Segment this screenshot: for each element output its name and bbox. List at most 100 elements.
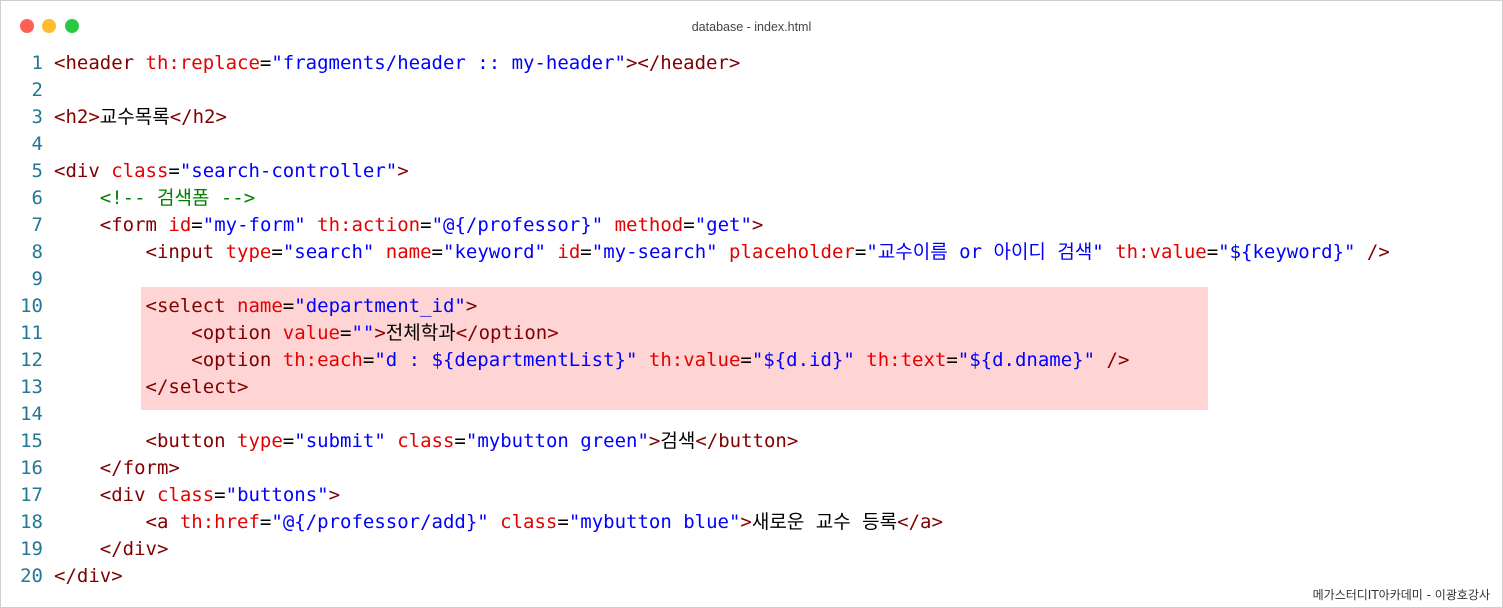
- line-number: 5: [31, 160, 43, 182]
- token-tag: <input: [145, 241, 226, 263]
- token-value: "d : ${departmentList}": [374, 349, 638, 371]
- token-attribute: th:replace: [145, 52, 260, 74]
- token-attribute: method: [614, 214, 684, 236]
- token-tag: >: [740, 511, 752, 533]
- line-source: <header th:replace="fragments/header :: …: [54, 50, 740, 77]
- token-text: =: [259, 511, 272, 533]
- code-line: 13 </select>: [1, 374, 1502, 401]
- token-text: =: [191, 214, 203, 236]
- line-number: 1: [31, 52, 43, 74]
- token-attribute: class: [111, 160, 169, 182]
- token-tag: <select: [145, 295, 238, 317]
- line-number: 18: [20, 511, 43, 533]
- token-tag: >: [328, 484, 341, 506]
- token-text: 전체학과: [385, 322, 456, 344]
- token-text: =: [362, 349, 375, 371]
- token-text: =: [740, 349, 752, 371]
- token-attribute: th:value: [1115, 241, 1207, 263]
- token-value: "@{/professor}": [431, 214, 604, 236]
- token-text: =: [557, 511, 569, 533]
- line-number: 7: [31, 214, 43, 236]
- code-line: 18 <a th:href="@{/professor/add}" class=…: [1, 509, 1502, 536]
- token-attribute: type: [237, 430, 283, 452]
- token-attribute: class: [500, 511, 558, 533]
- token-attribute: th:action: [317, 214, 421, 236]
- line-number: 19: [20, 538, 43, 560]
- line-number: 13: [20, 376, 43, 398]
- line-source: </div>: [54, 536, 169, 563]
- code-line: 12 <option th:each="d : ${departmentList…: [1, 347, 1502, 374]
- token-text: 검색: [660, 430, 696, 452]
- code-line: 17 <div class="buttons">: [1, 482, 1502, 509]
- token-tag: </select>: [145, 376, 249, 398]
- token-tag: </button>: [695, 430, 799, 452]
- token-tag: />: [1106, 349, 1130, 371]
- token-attribute: class: [156, 484, 215, 506]
- token-value: "my-form": [202, 214, 306, 236]
- token-text: =: [946, 349, 958, 371]
- token-value: "교수이름 or 아이디 검색": [866, 241, 1104, 263]
- token-text: =: [1206, 241, 1219, 263]
- token-value: "my-search": [591, 241, 718, 263]
- token-text: =: [854, 241, 867, 263]
- token-text: =: [683, 214, 695, 236]
- line-number: 16: [20, 457, 43, 479]
- watermark: 메가스터디IT아카데미 - 이광호강사: [1312, 588, 1490, 602]
- token-tag: <h2>: [54, 106, 100, 128]
- token-value: "get": [694, 214, 752, 236]
- code-line: 20 </div>: [1, 563, 1502, 590]
- token-tag: </a>: [897, 511, 943, 533]
- token-value: "search-controller": [179, 160, 398, 182]
- token-tag: >: [397, 160, 409, 182]
- token-value: "department_id": [294, 295, 466, 317]
- line-number: 9: [31, 268, 43, 290]
- line-number: 4: [31, 133, 43, 155]
- token-tag: >: [751, 214, 764, 236]
- token-tag: <option: [191, 349, 283, 371]
- line-number: 12: [20, 349, 43, 371]
- token-attribute: id: [557, 241, 581, 263]
- line-source: <!-- 검색폼 -->: [54, 185, 255, 212]
- token-text: =: [580, 241, 592, 263]
- token-tag: </option>: [455, 322, 559, 344]
- token-text: =: [431, 241, 443, 263]
- line-number: 3: [31, 106, 43, 128]
- code-line: 19 </div>: [1, 536, 1502, 563]
- line-source: <option th:each="d : ${departmentList}" …: [54, 347, 1129, 374]
- code-line: 6 <!-- 검색폼 -->: [1, 185, 1502, 212]
- token-value: "${d.id}": [751, 349, 855, 371]
- code-editor[interactable]: 1 <header th:replace="fragments/header ::…: [1, 50, 1502, 590]
- line-number: 11: [20, 322, 43, 344]
- line-source: </form>: [54, 455, 180, 482]
- token-value: "": [351, 322, 375, 344]
- line-number: 14: [20, 403, 43, 425]
- token-attribute: placeholder: [729, 241, 855, 263]
- line-source: <option value="">전체학과</option>: [54, 320, 559, 347]
- token-text: =: [168, 160, 180, 182]
- token-tag: <header: [54, 52, 146, 74]
- line-source: </select>: [54, 374, 249, 401]
- token-value: "mybutton blue": [568, 511, 741, 533]
- code-line: 10 <select name="department_id">: [1, 293, 1502, 320]
- token-tag: <a: [145, 511, 180, 533]
- token-value: "@{/professor/add}": [271, 511, 489, 533]
- line-source: <div class="search-controller">: [54, 158, 409, 185]
- line-source: <h2>교수목록</h2>: [54, 104, 227, 131]
- token-attribute: id: [168, 214, 192, 236]
- token-attribute: type: [225, 241, 272, 263]
- line-number: 8: [31, 241, 43, 263]
- token-tag: </h2>: [169, 106, 227, 128]
- token-value: "keyword": [443, 241, 546, 263]
